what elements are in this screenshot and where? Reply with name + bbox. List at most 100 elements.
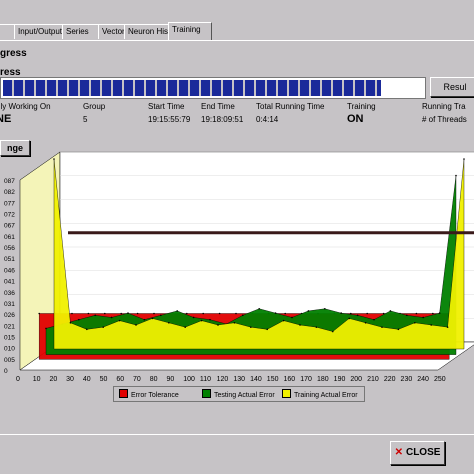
legend-item: Testing Actual Error [202, 389, 275, 399]
data-point [266, 328, 269, 331]
data-point [406, 314, 408, 317]
progress-section-title: gress [0, 48, 27, 59]
data-point [463, 158, 465, 160]
data-point [414, 321, 416, 324]
data-point [160, 314, 162, 317]
data-point [217, 324, 219, 326]
tab-4[interactable]: Neuron Hist [124, 24, 174, 39]
y-tick-label: 010 [4, 346, 15, 353]
data-point [340, 312, 343, 314]
data-point [94, 314, 96, 317]
data-point [200, 319, 203, 322]
progress-bar-fill [3, 80, 381, 96]
close-button-label: CLOSE [405, 447, 441, 458]
x-tick-label: 90 [166, 376, 174, 383]
footer-divider [0, 434, 474, 435]
y-tick-label: 056 [4, 245, 15, 252]
x-tick-label: 60 [116, 376, 124, 383]
data-point [209, 318, 211, 321]
legend-label: Error Tolerance [131, 392, 179, 399]
data-point [168, 321, 170, 324]
data-point [284, 312, 287, 315]
y-tick-label: 067 [4, 223, 15, 230]
stat-value: ON [347, 113, 364, 125]
data-point [153, 312, 155, 315]
results-button[interactable]: Resul [430, 77, 474, 97]
data-point [364, 321, 367, 324]
tab-5[interactable]: Training [168, 22, 212, 40]
data-point [176, 310, 178, 312]
x-tick-label: 240 [417, 376, 429, 383]
stat-header: Total Running Time [256, 102, 325, 111]
y-tick-label: 015 [4, 334, 15, 341]
data-point [233, 321, 236, 324]
x-tick-label: 40 [83, 376, 91, 383]
legend-swatch [119, 389, 128, 398]
x-tick-label: 30 [66, 376, 74, 383]
data-point [218, 312, 221, 315]
data-point [282, 319, 285, 322]
x-tick-label: 200 [350, 376, 362, 383]
y-tick-label: 046 [4, 267, 15, 274]
data-point [291, 316, 293, 319]
y-tick-label: 021 [4, 323, 15, 330]
data-point [422, 316, 425, 319]
stat-value: 5 [83, 115, 88, 124]
data-point [104, 312, 106, 315]
data-point [438, 312, 441, 314]
x-tick-label: 110 [200, 376, 211, 383]
y-tick-label: 026 [4, 312, 15, 319]
data-point [143, 318, 146, 321]
y-tick-label: 005 [4, 357, 15, 364]
x-tick-label: 10 [33, 376, 41, 383]
x-tick-label: 170 [300, 376, 312, 383]
data-point [192, 316, 195, 319]
data-point [53, 158, 55, 160]
y-tick-label: 082 [4, 189, 15, 196]
y-tick-label: 087 [4, 178, 15, 185]
stat-header: nly Working On [0, 102, 51, 111]
data-point [202, 312, 204, 315]
y-tick-label: 072 [4, 212, 15, 219]
stat-value: 19:18:09:51 [201, 115, 244, 124]
data-point [71, 312, 73, 315]
data-point [430, 324, 433, 326]
stat-value: 19:15:55:79 [148, 115, 191, 124]
data-point [446, 326, 449, 328]
y-tick-label: 051 [4, 256, 15, 263]
range-button[interactable]: nge [0, 140, 30, 156]
x-tick-label: 70 [133, 376, 141, 383]
legend-swatch [202, 389, 211, 398]
x-tick-label: 220 [384, 376, 396, 383]
data-point [242, 314, 244, 317]
y-tick-label: 077 [4, 200, 15, 207]
tab-divider [0, 40, 474, 41]
tab-1[interactable]: Input/Output [14, 24, 68, 39]
data-point [186, 312, 188, 315]
data-point [38, 312, 40, 315]
data-point [45, 327, 47, 330]
y-tick-label: 041 [4, 279, 15, 286]
data-point [86, 328, 88, 331]
x-tick-label: 250 [434, 376, 446, 383]
data-point [324, 307, 326, 310]
data-point [184, 326, 186, 328]
stat-header: End Time [201, 102, 235, 111]
x-tick-label: 80 [150, 376, 158, 383]
data-point [366, 312, 369, 315]
stat-value: 0:4:14 [256, 115, 279, 124]
x-tick-label: 130 [233, 376, 245, 383]
data-point [455, 174, 457, 177]
data-point [250, 326, 252, 328]
data-point [350, 312, 352, 315]
data-point [69, 321, 72, 324]
close-button[interactable]: ✕ CLOSE [390, 441, 445, 465]
data-point [135, 324, 137, 326]
stat-header: Start Time [148, 102, 185, 111]
progress-bar [0, 77, 426, 99]
stat-header: Running Tra [422, 102, 466, 111]
tab-strip: Input/Output Series Vectors Neuron Hist Trai… [0, 22, 474, 40]
x-tick-label: 160 [284, 376, 296, 383]
data-point [120, 312, 122, 315]
legend-label: Training Actual Error [294, 392, 358, 399]
